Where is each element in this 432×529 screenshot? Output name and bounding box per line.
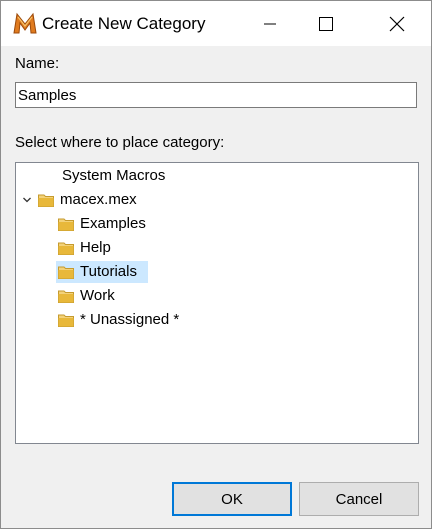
chevron-down-icon[interactable]: [22, 195, 32, 205]
folder-icon: [38, 194, 54, 207]
create-category-dialog: Create New Category Name: Select where t…: [0, 0, 432, 529]
folder-icon: [58, 314, 74, 327]
tree-item-label: Tutorials: [80, 263, 137, 280]
category-tree[interactable]: System Macros macex.mex Examples Help Tu…: [15, 162, 419, 444]
macro-express-m-icon: [13, 12, 37, 34]
folder-icon: [58, 290, 74, 303]
folder-icon: [58, 218, 74, 231]
tree-item-system-macros[interactable]: System Macros: [60, 165, 167, 187]
minimize-icon: [264, 23, 276, 24]
folder-icon: [58, 266, 74, 279]
tree-item-label: Work: [80, 287, 115, 304]
tree-item-tutorials[interactable]: Tutorials: [56, 261, 148, 283]
tree-item-unassigned[interactable]: * Unassigned *: [58, 309, 181, 331]
folder-icon: [58, 242, 74, 255]
close-icon: [389, 16, 405, 31]
maximize-button[interactable]: [303, 1, 349, 46]
title-bar[interactable]: Create New Category: [1, 1, 431, 46]
tree-item-label: System Macros: [62, 167, 166, 184]
tree-item-label: macex.mex: [60, 191, 137, 208]
tree-item-examples[interactable]: Examples: [58, 213, 148, 235]
tree-item-help[interactable]: Help: [58, 237, 113, 259]
tree-label: Select where to place category:: [15, 134, 225, 151]
tree-item-work[interactable]: Work: [58, 285, 117, 307]
name-label: Name:: [15, 55, 60, 72]
tree-item-label: * Unassigned *: [80, 311, 180, 328]
name-input[interactable]: [15, 82, 417, 108]
close-button[interactable]: [374, 1, 420, 46]
tree-item-label: Examples: [80, 215, 146, 232]
window-title: Create New Category: [42, 14, 206, 33]
tree-item-label: Help: [80, 239, 111, 256]
maximize-icon: [319, 16, 333, 31]
cancel-button[interactable]: Cancel: [299, 482, 419, 516]
minimize-button[interactable]: [247, 1, 293, 46]
ok-button[interactable]: OK: [172, 482, 292, 516]
tree-item-macex[interactable]: macex.mex: [22, 189, 139, 211]
